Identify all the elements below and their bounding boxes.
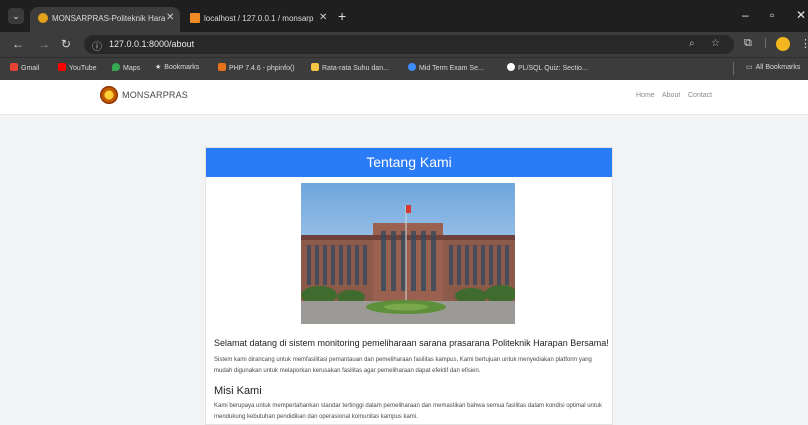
- bookmark-mid-term[interactable]: Mid Term Exam Se...: [408, 63, 484, 72]
- bookmarks-divider: [733, 62, 734, 75]
- bookmark-label: Mid Term Exam Se...: [419, 65, 484, 72]
- bookmark-label: Bookmarks: [164, 64, 200, 71]
- intro-paragraph: Sistem kami dirancang untuk memfasilitas…: [214, 357, 592, 374]
- forward-icon[interactable]: →: [38, 37, 50, 51]
- doc-icon: [311, 63, 319, 71]
- site-info-icon[interactable]: ⓘ: [92, 38, 102, 53]
- address-bar[interactable]: ⓘ 127.0.0.1:8000/about ⌕ ☆: [84, 35, 734, 54]
- card-header: Tentang Kami: [206, 148, 612, 177]
- bookmark-phpinfo[interactable]: PHP 7.4.6 - phpinfo(): [218, 63, 295, 72]
- tab-title: MONSARPRAS-Politeknik Hara: [52, 14, 166, 23]
- mission-heading: Misi Kami: [214, 385, 262, 397]
- github-icon: [507, 63, 515, 71]
- menu-kebab-icon[interactable]: ⋮: [800, 37, 808, 50]
- welcome-heading: Selamat datang di sistem monitoring peme…: [214, 338, 609, 348]
- reload-icon[interactable]: ↻: [61, 37, 71, 51]
- bookmark-folder[interactable]: ★ Bookmarks: [155, 63, 199, 71]
- globe-icon: [408, 63, 416, 71]
- bookmark-label: PHP 7.4.6 - phpinfo(): [229, 65, 295, 72]
- bookmark-label: Rata-rata Suhu dan...: [322, 65, 389, 72]
- bookmark-star-icon[interactable]: ☆: [711, 38, 720, 49]
- campus-building-image: [301, 183, 515, 324]
- monsarpras-favicon-icon: [38, 13, 48, 23]
- bookmark-label: Gmail: [21, 65, 40, 72]
- browser-tab-strip: ⌄ MONSARPRAS-Politeknik Hara ✕ localhost…: [0, 0, 808, 32]
- maps-icon: [112, 63, 120, 71]
- bookmarks-bar: Gmail YouTube Maps ★ Bookmarks PHP 7.4.6 …: [0, 57, 808, 80]
- minimize-icon[interactable]: –: [742, 8, 749, 22]
- about-card: Tentang Kami Selamat datang di sistem mo…: [205, 147, 613, 425]
- phpmyadmin-favicon-icon: [190, 13, 200, 23]
- bookmark-rata-rata[interactable]: Rata-rata Suhu dan...: [311, 63, 389, 72]
- profile-avatar[interactable]: [776, 37, 790, 51]
- site-navbar: MONSARPRAS Home About Contact: [0, 80, 808, 115]
- star-icon: ★: [155, 64, 162, 71]
- bookmark-youtube[interactable]: YouTube: [58, 63, 97, 72]
- extensions-icon[interactable]: ⧉: [744, 37, 752, 50]
- zoom-icon[interactable]: ⌕: [689, 38, 695, 49]
- new-tab-icon[interactable]: +: [338, 8, 346, 24]
- brand-name[interactable]: MONSARPRAS: [122, 90, 188, 100]
- gmail-icon: [10, 63, 18, 71]
- folder-icon: ▭: [746, 64, 753, 71]
- all-bookmarks[interactable]: ▭ All Bookmarks: [746, 63, 800, 71]
- monsarpras-logo-icon[interactable]: [100, 86, 118, 104]
- bookmark-maps[interactable]: Maps: [112, 63, 140, 72]
- tab-search-button[interactable]: ⌄: [8, 8, 24, 24]
- php-icon: [218, 63, 226, 71]
- restore-icon[interactable]: ▫: [770, 8, 774, 22]
- youtube-icon: [58, 63, 66, 71]
- mission-paragraph: Kami berupaya untuk mempertahankan stand…: [214, 403, 602, 420]
- close-window-icon[interactable]: ✕: [796, 8, 806, 22]
- nav-contact-link[interactable]: Contact: [688, 92, 712, 99]
- bookmark-gmail[interactable]: Gmail: [10, 63, 39, 72]
- bookmark-label: YouTube: [69, 65, 97, 72]
- page-title: Tentang Kami: [366, 154, 452, 170]
- close-tab-icon[interactable]: ✕: [166, 12, 174, 23]
- bookmark-plsql[interactable]: PL/SQL Quiz: Sectio...: [507, 63, 588, 72]
- bookmark-label: All Bookmarks: [755, 64, 801, 71]
- tab-title: localhost / 127.0.0.1 / monsarp: [204, 14, 314, 23]
- nav-about-link[interactable]: About: [662, 92, 680, 99]
- toolbar-divider: |: [764, 37, 767, 49]
- bookmark-label: Maps: [123, 65, 141, 72]
- address-url[interactable]: 127.0.0.1:8000/about: [109, 39, 194, 49]
- close-tab-icon[interactable]: ✕: [319, 12, 327, 23]
- browser-tab-monsarpras[interactable]: MONSARPRAS-Politeknik Hara ✕: [30, 7, 180, 32]
- nav-home-link[interactable]: Home: [636, 92, 655, 99]
- browser-toolbar: ← → ↻ ⓘ 127.0.0.1:8000/about ⌕ ☆ ⧉ | ⋮: [0, 32, 808, 57]
- bookmark-label: PL/SQL Quiz: Sectio...: [518, 65, 588, 72]
- back-icon[interactable]: ←: [12, 37, 24, 51]
- browser-tab-phpmyadmin[interactable]: localhost / 127.0.0.1 / monsarp ✕: [182, 7, 334, 32]
